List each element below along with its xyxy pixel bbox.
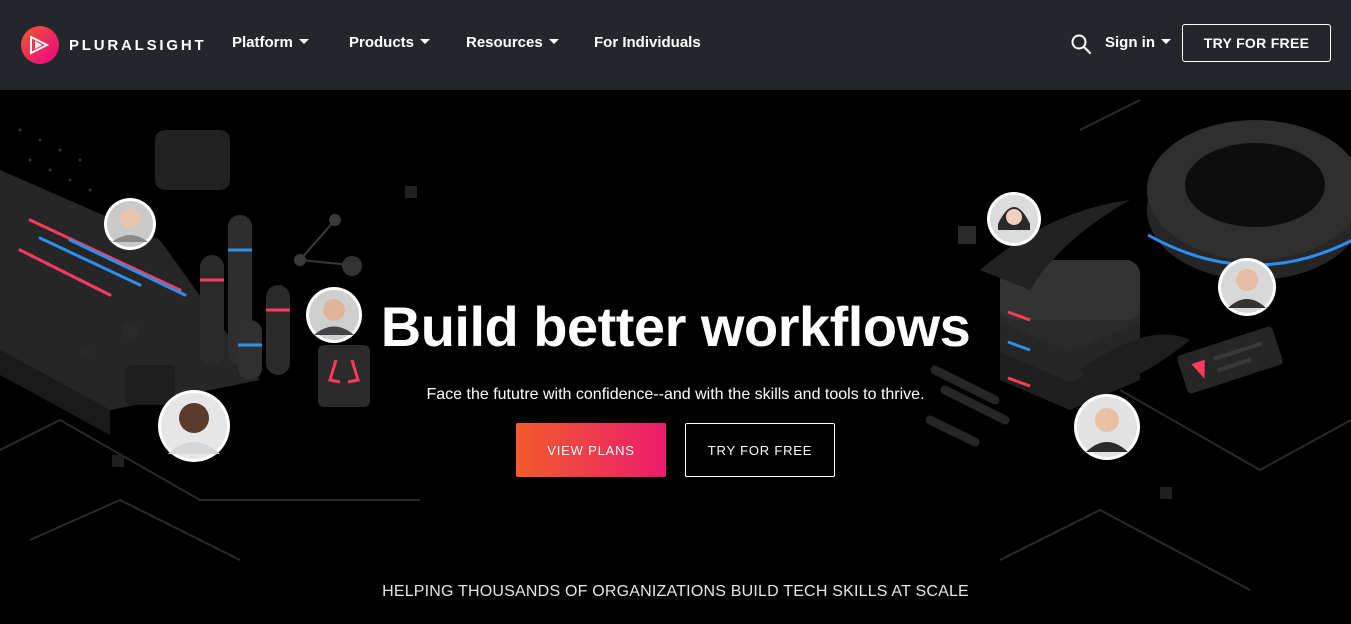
- hero-section: Build better workflows Face the fututre …: [0, 90, 1351, 624]
- chevron-down-icon: [548, 39, 559, 44]
- signin-label: Sign in: [1105, 34, 1155, 51]
- nav-products[interactable]: Products: [349, 34, 431, 51]
- view-plans-button[interactable]: VIEW PLANS: [516, 423, 666, 477]
- social-proof-tagline: HELPING THOUSANDS OF ORGANIZATIONS BUILD…: [382, 583, 969, 600]
- nav-platform-label: Platform: [232, 34, 293, 51]
- chevron-down-icon: [420, 39, 431, 44]
- nav-resources[interactable]: Resources: [466, 34, 559, 51]
- nav-resources-label: Resources: [466, 34, 543, 51]
- hero-headline: Build better workflows: [380, 295, 971, 358]
- hero-subheadline: Face the fututre with confidence--and wi…: [426, 386, 925, 403]
- hero-try-for-free-button[interactable]: TRY FOR FREE: [685, 423, 835, 477]
- nav-for-individuals[interactable]: For Individuals: [594, 34, 701, 51]
- logo-wordmark: PLURALSIGHT: [69, 36, 207, 54]
- search-icon[interactable]: [1070, 33, 1092, 55]
- nav-try-for-free-button[interactable]: TRY FOR FREE: [1182, 24, 1331, 62]
- top-navbar: PLURALSIGHT Platform Products Resources …: [0, 0, 1351, 90]
- avatar: [987, 192, 1041, 246]
- chevron-down-icon: [1161, 39, 1171, 44]
- chevron-down-icon: [298, 39, 309, 44]
- nav-products-label: Products: [349, 34, 415, 51]
- pluralsight-logo[interactable]: PLURALSIGHT: [21, 26, 206, 64]
- logo-play-icon: [21, 26, 59, 64]
- nav-for-individuals-label: For Individuals: [594, 34, 701, 51]
- avatar: [104, 198, 156, 250]
- nav-platform[interactable]: Platform: [232, 34, 309, 51]
- signin-menu[interactable]: Sign in: [1105, 34, 1171, 51]
